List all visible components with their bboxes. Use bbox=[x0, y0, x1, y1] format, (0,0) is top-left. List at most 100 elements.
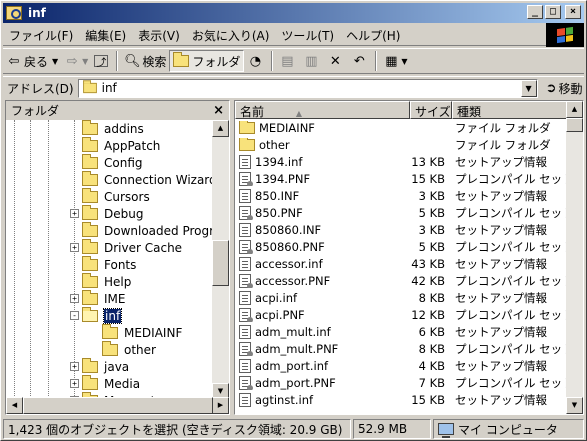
tree-item[interactable]: java bbox=[82, 357, 129, 375]
tree-item[interactable]: Config bbox=[82, 153, 143, 171]
scroll-up-button[interactable]: ▲ bbox=[212, 120, 229, 137]
file-row[interactable]: 850.PNF 5 KB プレコンパイル セットアップ bbox=[235, 204, 568, 221]
up-button[interactable]: ⤴ bbox=[91, 50, 113, 72]
file-type: プレコンパイル セットアップ bbox=[455, 307, 568, 322]
inf-file-icon bbox=[239, 358, 251, 373]
file-size: 5 KB bbox=[418, 239, 445, 254]
tree-item[interactable]: Help bbox=[82, 272, 131, 290]
tree-item[interactable]: addins bbox=[82, 120, 144, 137]
column-type[interactable]: 種類 bbox=[452, 101, 568, 119]
search-button[interactable]: 🔍︎ 検索 bbox=[121, 50, 169, 72]
tree-item[interactable]: Driver Cache bbox=[82, 238, 182, 256]
file-row[interactable]: 1394.PNF 15 KB プレコンパイル セットアップ bbox=[235, 170, 568, 187]
file-row[interactable]: 850.INF 3 KB セットアップ情報 bbox=[235, 187, 568, 204]
file-name: adm_mult.PNF bbox=[255, 341, 339, 356]
list-scroll-down-button[interactable]: ▼ bbox=[566, 397, 583, 414]
file-row[interactable]: agtinst.inf 15 KB セットアップ情報 bbox=[235, 391, 568, 408]
move-to-button[interactable]: ▤ bbox=[276, 50, 300, 72]
toolbar-separator bbox=[116, 51, 119, 71]
column-name[interactable]: 名前 ▲ bbox=[235, 101, 410, 119]
scroll-right-button[interactable]: ▶ bbox=[212, 397, 229, 414]
tree-item[interactable]: Fonts bbox=[82, 255, 136, 273]
forward-dropdown-icon[interactable]: ▼ bbox=[82, 57, 88, 66]
tree-item[interactable]: Downloaded Program Files bbox=[82, 221, 213, 239]
file-type: プレコンパイル セットアップ bbox=[455, 273, 568, 288]
file-row[interactable]: 850860.INF 3 KB セットアップ情報 bbox=[235, 221, 568, 238]
tree-item[interactable]: Media bbox=[82, 374, 140, 392]
menu-file[interactable]: ファイル(F) bbox=[3, 27, 79, 44]
list-scroll-thumb[interactable] bbox=[566, 118, 583, 132]
file-name: acpi.inf bbox=[255, 290, 298, 305]
address-dropdown-button[interactable]: ▼ bbox=[520, 79, 537, 97]
tree-item[interactable]: Connection Wizard bbox=[82, 170, 213, 188]
file-row[interactable]: other ファイル フォルダ bbox=[235, 136, 568, 153]
tree-item-label: Debug bbox=[104, 206, 144, 221]
delete-button[interactable]: ✕ bbox=[324, 50, 348, 72]
folders-button[interactable]: フォルダ bbox=[169, 50, 245, 72]
tree-item[interactable]: AppPatch bbox=[82, 136, 160, 154]
tree-item[interactable]: inf bbox=[82, 306, 123, 324]
back-button[interactable]: ⇦ 戻る ▼ bbox=[3, 50, 61, 72]
forward-button[interactable]: ⇨ ▼ bbox=[61, 50, 91, 72]
window-title: inf bbox=[28, 6, 46, 20]
file-row[interactable]: adm_port.PNF 7 KB プレコンパイル セットアップ bbox=[235, 374, 568, 391]
address-input[interactable]: inf ▼ bbox=[77, 78, 538, 98]
close-button[interactable]: × bbox=[565, 5, 581, 19]
views-dropdown-icon[interactable]: ▼ bbox=[401, 57, 407, 66]
file-row[interactable]: 1394.inf 13 KB セットアップ情報 bbox=[235, 153, 568, 170]
folders-pane-close-button[interactable]: × bbox=[213, 103, 224, 118]
list-scroll-up-button[interactable]: ▲ bbox=[566, 101, 583, 118]
tree-item[interactable]: Cursors bbox=[82, 187, 150, 205]
file-row[interactable]: 850860.PNF 5 KB プレコンパイル セットアップ bbox=[235, 238, 568, 255]
hscroll-thumb[interactable] bbox=[23, 397, 213, 414]
file-row[interactable]: adm_mult.inf 6 KB セットアップ情報 bbox=[235, 323, 568, 340]
views-button[interactable]: ▦ ▼ bbox=[380, 50, 410, 72]
menu-view[interactable]: 表示(V) bbox=[132, 27, 186, 44]
back-dropdown-icon[interactable]: ▼ bbox=[52, 57, 58, 66]
maximize-button[interactable]: □ bbox=[545, 5, 561, 19]
undo-button[interactable]: ↶ bbox=[348, 50, 372, 72]
tree-item[interactable]: other bbox=[102, 340, 156, 358]
file-row[interactable]: acpi.inf 8 KB セットアップ情報 bbox=[235, 289, 568, 306]
file-row[interactable]: MEDIAINF ファイル フォルダ bbox=[235, 119, 568, 136]
menu-edit[interactable]: 編集(E) bbox=[79, 27, 132, 44]
column-size[interactable]: サイズ bbox=[410, 101, 452, 119]
expand-icon[interactable]: + bbox=[70, 243, 79, 252]
tree-item-label: Config bbox=[104, 155, 143, 170]
menu-help[interactable]: ヘルプ(H) bbox=[340, 27, 406, 44]
file-name: acpi.PNF bbox=[255, 307, 305, 322]
folders-horizontal-scrollbar[interactable]: ◀ ▶ bbox=[6, 397, 229, 414]
column-type-label: 種類 bbox=[457, 105, 482, 119]
expand-icon[interactable]: + bbox=[70, 294, 79, 303]
file-row[interactable]: adm_port.inf 4 KB セットアップ情報 bbox=[235, 357, 568, 374]
expand-icon[interactable]: + bbox=[70, 379, 79, 388]
history-button[interactable]: ◔ bbox=[244, 50, 268, 72]
scroll-thumb[interactable] bbox=[212, 240, 229, 286]
tree-item[interactable]: Debug bbox=[82, 204, 144, 222]
collapse-icon[interactable]: - bbox=[70, 311, 79, 320]
windows-flag-icon bbox=[557, 26, 573, 44]
file-row[interactable]: accessor.PNF 42 KB プレコンパイル セットアップ bbox=[235, 272, 568, 289]
expand-icon[interactable]: + bbox=[70, 209, 79, 218]
tree-item[interactable]: MEDIAINF bbox=[102, 323, 182, 341]
file-type: ファイル フォルダ bbox=[455, 137, 551, 152]
file-name: MEDIAINF bbox=[259, 120, 315, 135]
menu-favorites[interactable]: お気に入り(A) bbox=[186, 27, 276, 44]
menu-bar: ファイル(F) 編集(E) 表示(V) お気に入り(A) ツール(T) ヘルプ(… bbox=[3, 25, 584, 46]
minimize-button[interactable]: _ bbox=[527, 5, 543, 19]
expand-icon[interactable]: + bbox=[70, 362, 79, 371]
inf-file-icon bbox=[239, 222, 251, 237]
file-row[interactable]: acpi.PNF 12 KB プレコンパイル セットアップ bbox=[235, 306, 568, 323]
folders-vertical-scrollbar[interactable]: ▲ ▼ bbox=[212, 120, 229, 400]
scroll-left-button[interactable]: ◀ bbox=[6, 397, 23, 414]
menu-tools[interactable]: ツール(T) bbox=[275, 27, 340, 44]
my-computer-icon bbox=[438, 423, 454, 438]
tree-item-label: Connection Wizard bbox=[104, 172, 213, 187]
title-bar[interactable]: inf _ □ × bbox=[3, 3, 584, 23]
copy-to-button[interactable]: ▥ bbox=[300, 50, 324, 72]
file-list-vertical-scrollbar[interactable]: ▲ ▼ bbox=[566, 101, 583, 414]
tree-item[interactable]: IME bbox=[82, 289, 125, 307]
file-row[interactable]: adm_mult.PNF 8 KB プレコンパイル セットアップ bbox=[235, 340, 568, 357]
go-button[interactable]: ➲ 移動 bbox=[546, 80, 583, 97]
file-row[interactable]: accessor.inf 43 KB セットアップ情報 bbox=[235, 255, 568, 272]
